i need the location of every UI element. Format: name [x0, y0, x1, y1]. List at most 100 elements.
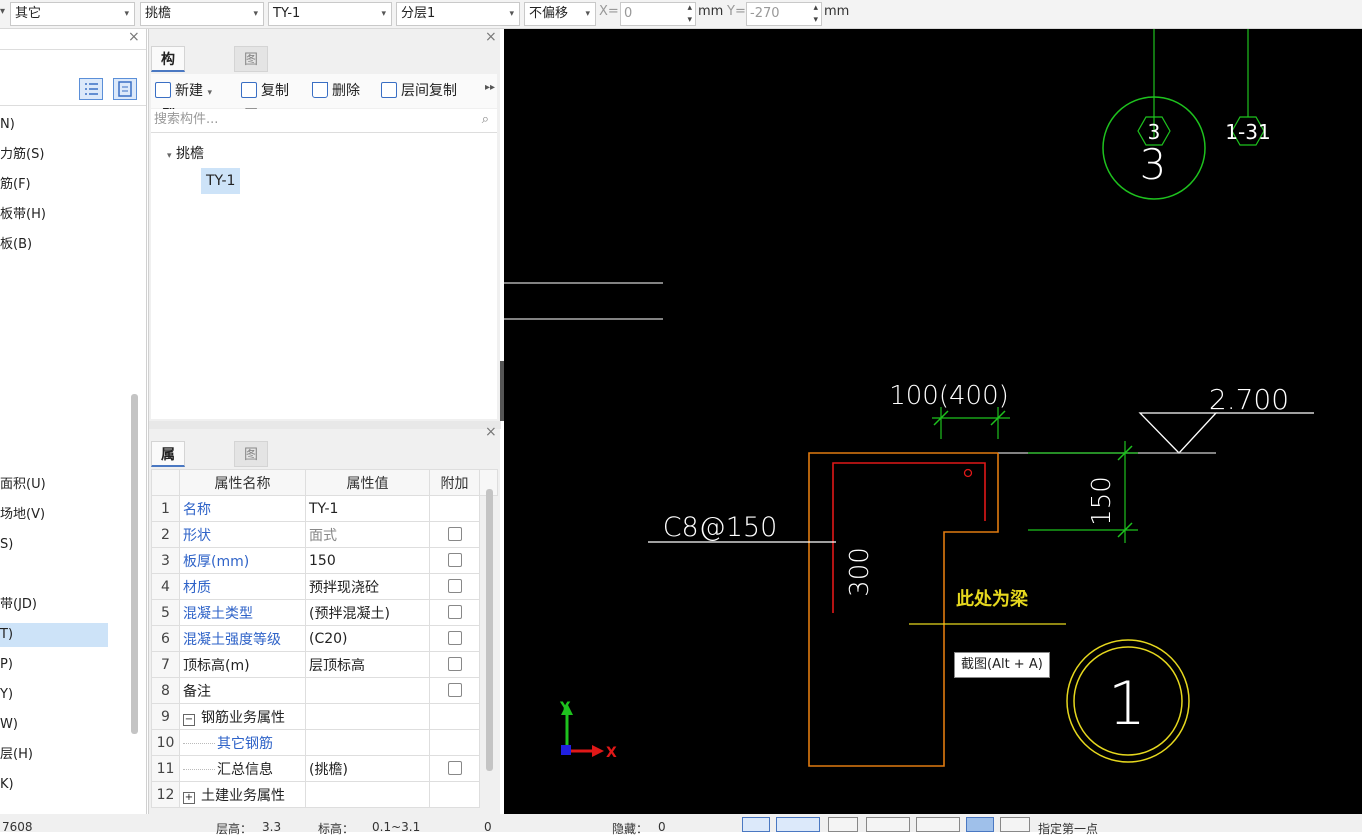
row-number: 8: [151, 677, 180, 704]
close-icon[interactable]: ×: [128, 29, 140, 45]
search-input[interactable]: 搜索构件... ⌕: [151, 109, 497, 133]
type-select[interactable]: 其它 ▾: [10, 2, 135, 26]
splitter[interactable]: [149, 421, 501, 429]
expand-icon[interactable]: +: [183, 791, 195, 804]
layer-toggle-icon[interactable]: [1000, 817, 1030, 832]
x-coordinate-input[interactable]: 0 ▴ ▾: [620, 2, 696, 26]
snap-toggle-icon[interactable]: [776, 817, 820, 832]
tree-item[interactable]: 场地(V): [0, 503, 45, 527]
property-row[interactable]: 2 形状 面式: [151, 521, 498, 548]
property-row[interactable]: 4 材质 预拌现浇砼: [151, 573, 498, 600]
tree-item[interactable]: 板带(H): [0, 203, 46, 227]
row-number: 7: [151, 651, 180, 678]
property-value[interactable]: TY-1: [305, 495, 430, 522]
drawing-canvas[interactable]: 3 3 1-31 100(400) 2.700 150 C8@150 300 此…: [500, 29, 1362, 814]
tree-item[interactable]: K): [0, 773, 14, 797]
property-row[interactable]: 5 混凝土类型 (预拌混凝土): [151, 599, 498, 626]
scrollbar[interactable]: [486, 489, 493, 771]
property-row[interactable]: 7 顶标高(m) 层顶标高: [151, 651, 498, 678]
property-row[interactable]: 1 名称 TY-1: [151, 495, 498, 522]
property-value[interactable]: (预拌混凝土): [305, 599, 430, 626]
property-value[interactable]: [305, 703, 430, 730]
search-icon[interactable]: ⌕: [482, 109, 489, 131]
chevron-down-icon[interactable]: ▾: [0, 6, 5, 17]
ortho-toggle-icon[interactable]: [742, 817, 770, 832]
angle-toggle-icon[interactable]: [866, 817, 910, 832]
list-view-icon[interactable]: [79, 78, 103, 100]
property-value[interactable]: 预拌现浇砼: [305, 573, 430, 600]
detail-view-icon[interactable]: [113, 78, 137, 100]
property-name-text: 汇总信息: [217, 761, 273, 778]
scrollbar[interactable]: [131, 394, 138, 734]
checkbox[interactable]: [447, 578, 462, 593]
tree-item-selected[interactable]: T): [0, 623, 108, 647]
property-row[interactable]: 8 备注: [151, 677, 498, 704]
checkbox[interactable]: [447, 526, 462, 541]
checkbox[interactable]: [447, 552, 462, 567]
property-row[interactable]: 10 其它钢筋: [151, 729, 498, 756]
copy-label: 复制: [261, 83, 289, 99]
tree-item[interactable]: N): [0, 113, 15, 137]
row-number: 4: [151, 573, 180, 600]
dim-thick-label: 150: [1087, 476, 1117, 526]
tab-component-list[interactable]: 构件列表: [151, 46, 185, 146]
offset-select[interactable]: 不偏移 ▾: [524, 2, 596, 26]
property-name: − 钢筋业务属性: [179, 703, 306, 730]
offset-toggle-icon[interactable]: [916, 817, 960, 832]
checkbox[interactable]: [447, 682, 462, 697]
ucs-x-label: X: [606, 745, 617, 761]
property-row[interactable]: 12 + 土建业务属性: [151, 781, 498, 808]
checkbox[interactable]: [447, 630, 462, 645]
component-select[interactable]: 挑檐 ▾: [140, 2, 264, 26]
tab-layer-management[interactable]: 图层管理: [234, 441, 268, 541]
checkbox[interactable]: [447, 604, 462, 619]
checkbox[interactable]: [447, 760, 462, 775]
new-button[interactable]: 新建 ▾: [155, 79, 212, 103]
collapse-icon[interactable]: −: [183, 713, 195, 726]
tree-item[interactable]: 层(H): [0, 743, 33, 767]
tree-group[interactable]: ▾ 挑檐: [167, 143, 204, 163]
tree-item[interactable]: Y): [0, 683, 13, 707]
property-value[interactable]: [305, 781, 430, 808]
tree-item[interactable]: 面积(U): [0, 473, 46, 497]
tree-item[interactable]: W): [0, 713, 18, 737]
intersect-toggle-icon[interactable]: [828, 817, 858, 832]
tree-item[interactable]: 力筋(S): [0, 143, 44, 167]
close-icon[interactable]: ×: [485, 424, 497, 440]
copy-button[interactable]: 复制: [241, 79, 289, 103]
display-toggle-icon[interactable]: [966, 817, 994, 832]
tab-drawing-management[interactable]: 图纸管理: [234, 46, 268, 146]
property-value[interactable]: (挑檐): [305, 755, 430, 782]
name-select[interactable]: TY-1 ▾: [268, 2, 392, 26]
property-row[interactable]: 6 混凝土强度等级 (C20): [151, 625, 498, 652]
tab-property-list[interactable]: 属性列表: [151, 441, 185, 541]
tree-item[interactable]: 板(B): [0, 233, 32, 257]
tree-item[interactable]: 筋(F): [0, 173, 31, 197]
spinner-icon[interactable]: ▴ ▾: [687, 2, 692, 26]
floor-copy-button[interactable]: 层间复制: [381, 79, 457, 103]
checkbox[interactable]: [447, 656, 462, 671]
panel-collapse-handle[interactable]: [500, 361, 504, 421]
more-icon[interactable]: ▸▸: [485, 82, 495, 93]
row-number: 1: [151, 495, 180, 522]
property-row[interactable]: 9− 钢筋业务属性: [151, 703, 498, 730]
property-value[interactable]: [305, 677, 430, 704]
tree-item-selected[interactable]: TY-1: [201, 168, 241, 194]
property-value[interactable]: 150: [305, 547, 430, 574]
tree-item[interactable]: P): [0, 653, 13, 677]
tree-item[interactable]: 带(JD): [0, 593, 37, 617]
property-row[interactable]: 3 板厚(mm) 150: [151, 547, 498, 574]
property-value[interactable]: 层顶标高: [305, 651, 430, 678]
property-extra: [429, 703, 480, 730]
property-value[interactable]: [305, 729, 430, 756]
floor-select[interactable]: 分层1 ▾: [396, 2, 520, 26]
rebar-label: C8@150: [663, 512, 778, 543]
tree-item[interactable]: S): [0, 533, 13, 557]
y-coordinate-input[interactable]: -270 ▴ ▾: [746, 2, 822, 26]
property-row[interactable]: 11 汇总信息 (挑檐): [151, 755, 498, 782]
delete-button[interactable]: 删除: [312, 79, 360, 103]
property-value[interactable]: 面式: [305, 521, 430, 548]
spinner-icon[interactable]: ▴ ▾: [813, 2, 818, 26]
property-value[interactable]: (C20): [305, 625, 430, 652]
close-icon[interactable]: ×: [485, 29, 497, 45]
